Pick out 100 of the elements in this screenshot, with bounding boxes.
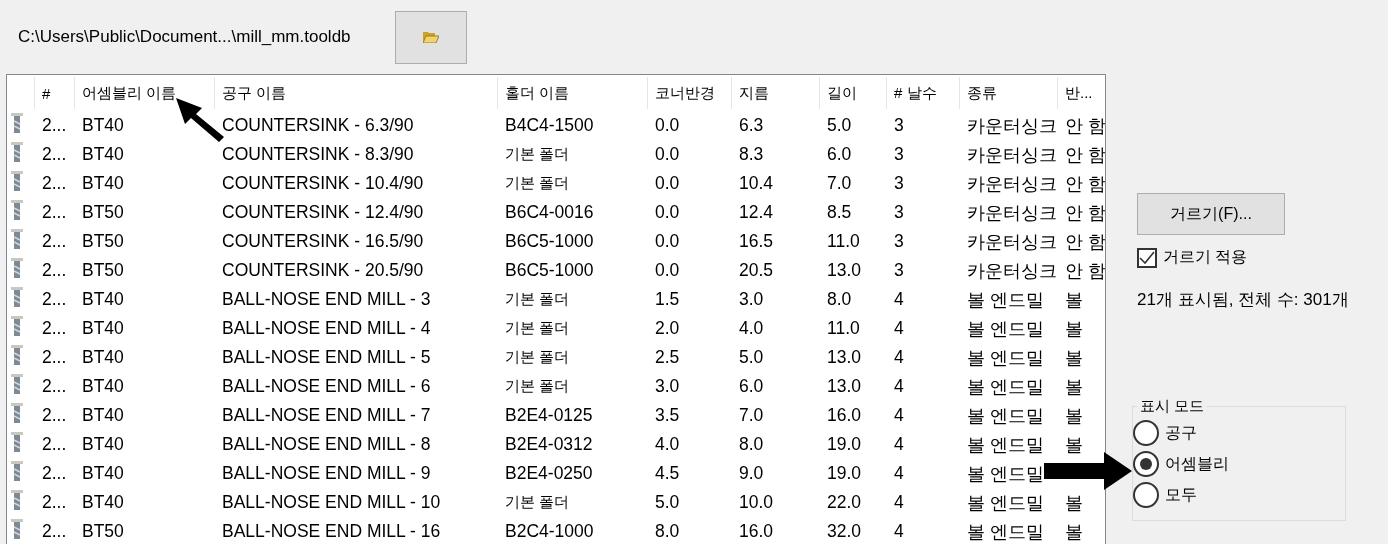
table-cell-text: 0.0 xyxy=(654,202,681,223)
end-mill-icon xyxy=(11,258,23,278)
table-cell-text: 19.0 xyxy=(826,463,863,484)
table-cell-text: 기본 폴더 xyxy=(504,145,571,164)
radio-button[interactable] xyxy=(1133,482,1159,508)
column-header[interactable]: # 날수 xyxy=(886,77,959,109)
table-cell-text: BT40 xyxy=(81,318,125,339)
table-cell-text: BT40 xyxy=(81,289,125,310)
table-cell-text: BALL-NOSE END MILL - 4 xyxy=(221,318,432,339)
table-cell-text: COUNTERSINK - 6.3/90 xyxy=(221,115,415,136)
column-header[interactable]: 지름 xyxy=(731,77,819,109)
table-cell-text: 6.0 xyxy=(738,376,765,397)
table-cell-text: 카운터싱크 xyxy=(966,259,1057,283)
table-cell-text: 4 xyxy=(893,434,905,455)
table-cell-text: BALL-NOSE END MILL - 8 xyxy=(221,434,432,455)
table-cell-text: 16.0 xyxy=(826,405,863,426)
radio-button[interactable] xyxy=(1133,420,1159,446)
table-cell-text: 32.0 xyxy=(826,521,863,542)
table-cell-text: 16.0 xyxy=(738,521,775,542)
table-cell-text: COUNTERSINK - 16.5/90 xyxy=(221,231,425,252)
table-cell-text: 볼 xyxy=(1064,520,1084,544)
table-cell-text: B2E4-0250 xyxy=(504,463,594,484)
column-header[interactable]: 공구 이름 xyxy=(214,77,497,109)
column-header[interactable]: # xyxy=(34,77,74,109)
table-cell-text: COUNTERSINK - 8.3/90 xyxy=(221,144,415,165)
end-mill-icon xyxy=(11,142,23,162)
table-cell-text: COUNTERSINK - 12.4/90 xyxy=(221,202,425,223)
folder-icon xyxy=(422,31,439,43)
end-mill-icon xyxy=(11,287,23,307)
table-cell-text: 기본 폴더 xyxy=(504,319,571,338)
table-cell-text: 카운터싱크 xyxy=(966,172,1057,196)
table-cell-text: 볼 xyxy=(1064,375,1084,399)
column-header[interactable]: 코너반경 xyxy=(647,77,731,109)
file-path: C:\Users\Public\Document...\mill_mm.tooldb xyxy=(18,27,351,47)
table-cell-text: 11.0 xyxy=(826,231,861,252)
end-mill-icon xyxy=(11,490,23,510)
table-cell-text: 카운터싱크 xyxy=(966,230,1057,254)
arrow-drawing xyxy=(176,98,224,142)
table-cell-text: 볼 엔드밀 xyxy=(966,491,1045,515)
table-cell-text: BALL-NOSE END MILL - 16 xyxy=(221,521,442,542)
table-cell-text: 6.0 xyxy=(826,144,853,165)
table-cell-text: 4 xyxy=(893,463,905,484)
table-cell-text: 볼 엔드밀 xyxy=(966,433,1045,457)
table-cell-text: 13.0 xyxy=(826,376,863,397)
table-cell-text: 4 xyxy=(893,318,905,339)
apply-filter-checkbox[interactable] xyxy=(1137,247,1157,268)
column-header[interactable]: 반... xyxy=(1057,77,1105,109)
end-mill-icon xyxy=(11,229,23,249)
table-cell-text: 3 xyxy=(893,173,905,194)
table-cell-text: 볼 xyxy=(1064,346,1084,370)
column-header[interactable]: 홀더 이름 xyxy=(497,77,647,109)
table-cell-text: 2... xyxy=(41,405,68,426)
table-cell-text: 3 xyxy=(893,260,905,281)
table-cell-text: 카운터싱크 xyxy=(966,201,1057,225)
end-mill-icon xyxy=(11,345,23,365)
table-cell-text: 7.0 xyxy=(826,173,853,194)
radio-label: 모두 xyxy=(1165,484,1197,505)
table-cell-text: 카운터싱크 xyxy=(966,143,1057,167)
table-cell-text: 0.0 xyxy=(654,231,681,252)
table-cell-text: BT50 xyxy=(81,202,125,223)
table-cell-text: 8.0 xyxy=(654,521,681,542)
table-cell-text: 4.0 xyxy=(654,434,681,455)
table-cell-text: 기본 폴더 xyxy=(504,348,571,367)
table-cell-text: 기본 폴더 xyxy=(504,174,571,193)
table-cell-text: 4 xyxy=(893,521,905,542)
table-cell-text: 3.5 xyxy=(654,405,681,426)
column-header[interactable]: 종류 xyxy=(959,77,1057,109)
radio-button[interactable] xyxy=(1133,451,1159,477)
end-mill-icon xyxy=(11,432,23,452)
table-cell-text: B6C5-1000 xyxy=(504,260,595,281)
table-cell-text: BT50 xyxy=(81,231,125,252)
table-cell-text: 13.0 xyxy=(826,260,863,281)
table-cell-text: 4 xyxy=(893,376,905,397)
table-cell-text: 8.0 xyxy=(826,289,853,310)
table-cell-text: BALL-NOSE END MILL - 5 xyxy=(221,347,432,368)
end-mill-icon xyxy=(11,200,23,220)
radio-label: 어셈블리 xyxy=(1165,453,1229,474)
table-cell-text: 볼 엔드밀 xyxy=(966,462,1045,486)
table-cell-text: 안 함 xyxy=(1064,201,1105,225)
table-cell-text: 2... xyxy=(41,260,68,281)
end-mill-icon xyxy=(11,316,23,336)
table-cell-text: 기본 폴더 xyxy=(504,290,571,309)
filter-button[interactable]: 거르기(F)... xyxy=(1137,193,1285,235)
table-cell-text: 4 xyxy=(893,492,905,513)
table-cell-text: B6C5-1000 xyxy=(504,231,595,252)
table-cell-text: 1.5 xyxy=(654,289,681,310)
table-cell-text: 2... xyxy=(41,144,68,165)
table-cell-text: 6.3 xyxy=(738,115,765,136)
table-cell-text: 0.0 xyxy=(654,144,681,165)
table-cell-text: 볼 엔드밀 xyxy=(966,317,1045,341)
table-cell-text: BT40 xyxy=(81,173,125,194)
table-cell-text: 8.5 xyxy=(826,202,853,223)
apply-filter-label: 거르기 적용 xyxy=(1163,247,1248,267)
end-mill-icon xyxy=(11,519,23,539)
count-text: 21개 표시됨, 전체 수: 301개 xyxy=(1137,289,1349,311)
column-header[interactable]: 길이 xyxy=(819,77,886,109)
end-mill-icon xyxy=(11,171,23,191)
table-cell-text: 안 함 xyxy=(1064,114,1105,138)
table-cell-text: 안 함 xyxy=(1064,230,1105,254)
table-cell-text: 3 xyxy=(893,115,905,136)
